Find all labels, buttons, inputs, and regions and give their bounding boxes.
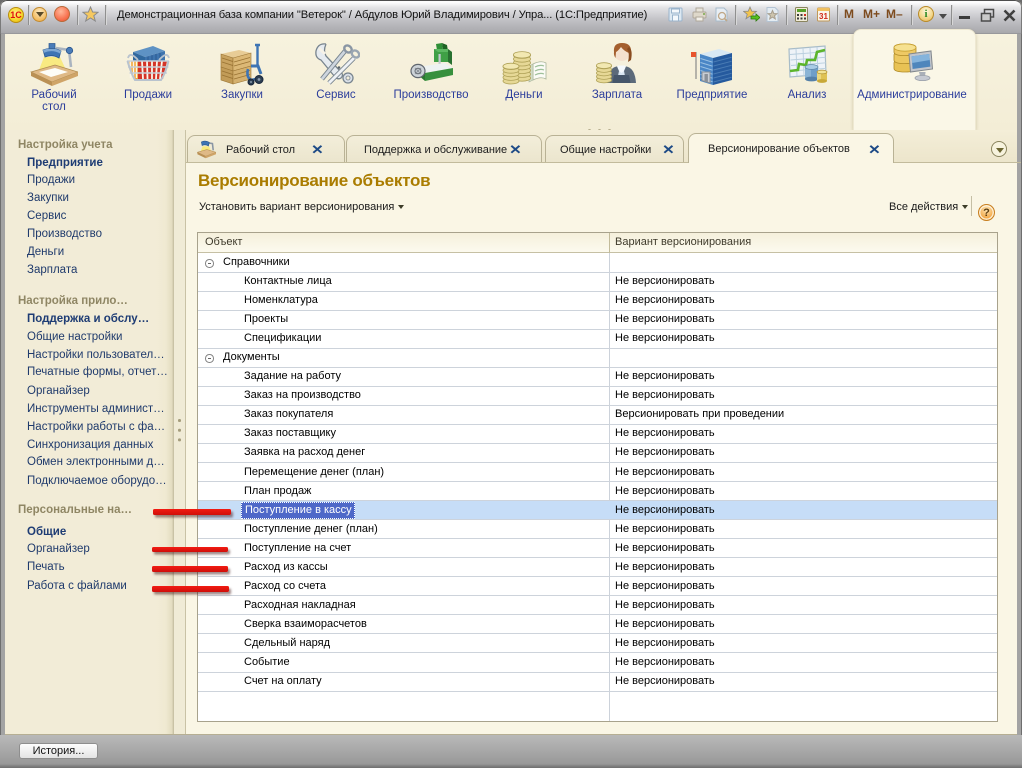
svg-text:31: 31 <box>819 12 828 21</box>
